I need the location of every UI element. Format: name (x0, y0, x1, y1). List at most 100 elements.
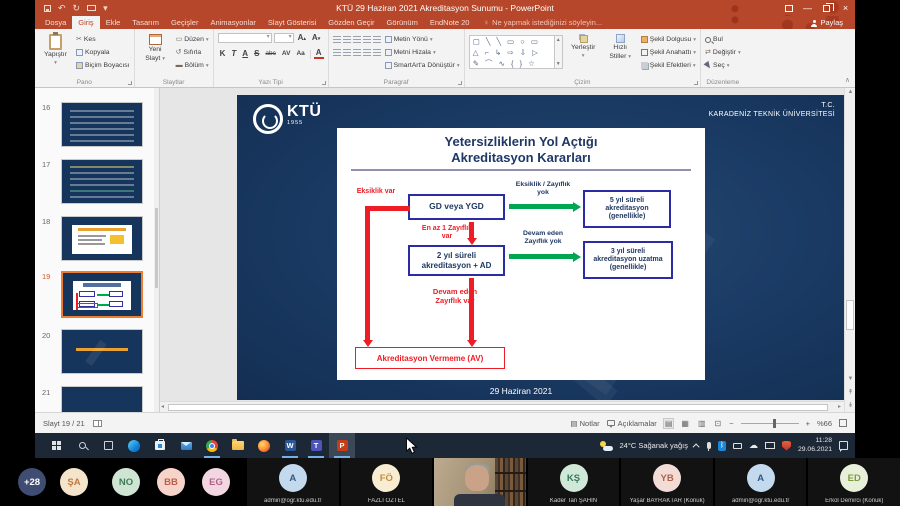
clipboard-dialog-launcher[interactable] (128, 81, 132, 85)
qat-dropdown-icon[interactable]: ▾ (103, 4, 108, 13)
copy-button[interactable]: Kopyala (76, 47, 130, 58)
shapes-row-3[interactable]: ✎ ⌒ ∿ { } ☆ (473, 58, 554, 69)
thumbnail-scrollbar[interactable] (154, 88, 159, 412)
taskbar-teams[interactable]: T (303, 433, 329, 458)
taskbar-firefox[interactable] (251, 433, 277, 458)
bluetooth-icon[interactable]: ᛒ (718, 441, 726, 451)
tab-giris[interactable]: Giriş (72, 16, 99, 29)
shadow-abc-button[interactable]: abc (263, 49, 277, 59)
label-devam-eden-zayiflik-var[interactable]: Devam eden Zayıflık var (415, 288, 495, 305)
microphone-icon[interactable] (707, 442, 711, 449)
redo-icon[interactable]: ↻ (73, 4, 81, 13)
shape-fill-button[interactable]: Şekil Dolgusu▾ (641, 34, 696, 45)
weather-icon[interactable] (600, 441, 613, 451)
taskbar-powerpoint[interactable]: P (329, 433, 355, 458)
line-spacing-icon[interactable] (373, 36, 381, 43)
vertical-scrollbar[interactable]: ▲ ▼ ↟ ↡ (844, 88, 855, 412)
ktu-logo[interactable]: KTÜ 1955 (253, 104, 321, 134)
flow-box-akreditasyon-vermeme[interactable]: Akreditasyon Vermeme (AV) (355, 347, 505, 369)
align-right-icon[interactable] (353, 49, 361, 56)
participant-video-tile[interactable] (432, 458, 526, 506)
drawing-dialog-launcher[interactable] (694, 81, 698, 85)
tab-gorunum[interactable]: Görünüm (381, 16, 424, 29)
tell-me-box[interactable]: ♀ Ne yapmak istediğinizi söyleyin... (475, 16, 602, 29)
new-slide-button[interactable]: Yeni Slayt ▾ (139, 32, 172, 77)
increase-indent-icon[interactable] (363, 36, 371, 43)
comments-toggle[interactable]: Açıklamalar (607, 419, 657, 428)
paste-button[interactable]: Yapıştır ▾ (39, 32, 72, 77)
label-eksiklik-var[interactable]: Eksiklik var (345, 188, 407, 196)
quick-styles-button[interactable]: Hızlı Stiller ▾ (604, 32, 637, 77)
start-slideshow-icon[interactable] (87, 5, 96, 11)
slide-canvas[interactable]: KTÜ 1955 T.C. KARADENİZ TEKNİK ÜNİVERSİT… (237, 95, 845, 400)
character-spacing-button[interactable]: AV (280, 49, 293, 59)
arrange-button[interactable]: Yerleştir ▾ (567, 32, 600, 77)
slide-content-box[interactable]: Yetersizliklerin Yol Açtığı Akreditasyon… (337, 128, 705, 380)
slide-sorter-view-button[interactable]: ▦ (680, 419, 690, 428)
format-painter-button[interactable]: Biçim Boyacısı (76, 60, 130, 71)
layout-button[interactable]: ▭Düzen▾ (176, 34, 209, 45)
horizontal-scrollbar-thumb[interactable] (168, 404, 828, 411)
tab-slayt-gosterisi[interactable]: Slayt Gösterisi (262, 16, 322, 29)
participant-tile[interactable]: A admin@ogr.ktu.edu.tr (245, 458, 339, 506)
participant-tile[interactable]: YB Yaşar BAYRAKTAR (Konuk) (619, 458, 713, 506)
change-case-button[interactable]: Aa (294, 49, 306, 59)
avatar[interactable]: ŞA (60, 468, 88, 496)
display-icon[interactable] (765, 442, 775, 449)
justify-icon[interactable] (363, 49, 371, 56)
overflow-count-badge[interactable]: +28 (18, 468, 46, 496)
share-button[interactable]: Paylaş (811, 16, 855, 29)
weather-text[interactable]: 24°C Sağanak yağış (620, 441, 688, 450)
text-direction-button[interactable]: Metin Yönü▾ (385, 34, 460, 45)
zoom-slider-thumb[interactable] (773, 419, 776, 428)
label-devam-eden-zayiflik-yok[interactable]: Devam eden Zayıflık yok (507, 230, 579, 246)
scroll-right-icon[interactable]: ▸ (838, 403, 841, 410)
find-button[interactable]: Bul (705, 34, 741, 45)
proofing-icon[interactable] (93, 420, 102, 427)
thumbnail-slide-17[interactable] (61, 159, 143, 204)
tray-chevron-icon[interactable] (693, 443, 700, 450)
align-center-icon[interactable] (343, 49, 351, 56)
section-button[interactable]: ▬Bölüm▾ (176, 60, 209, 71)
align-text-button[interactable]: Metni Hizala▾ (385, 47, 460, 58)
participant-tile[interactable]: FÖ FAZLI ÖZTEL (339, 458, 433, 506)
label-eksiklik-zayiflik-yok[interactable]: Eksiklik / Zayıflık yok (507, 181, 579, 197)
collapse-ribbon-button[interactable]: ∧ (845, 76, 850, 84)
scroll-down-icon[interactable]: ▼ (845, 376, 856, 382)
scroll-left-icon[interactable]: ◂ (161, 403, 164, 410)
select-button[interactable]: Seç▾ (705, 60, 741, 71)
tab-gecisler[interactable]: Geçişler (165, 16, 205, 29)
onedrive-cloud-icon[interactable]: ☁ (749, 441, 758, 450)
decrease-indent-icon[interactable] (353, 36, 361, 43)
notes-toggle[interactable]: ▤ Notlar (570, 419, 599, 428)
zoom-out-button[interactable]: − (729, 419, 733, 428)
cut-button[interactable]: ✂Kes (76, 34, 130, 45)
tab-dosya[interactable]: Dosya (39, 16, 72, 29)
paragraph-dialog-launcher[interactable] (458, 81, 462, 85)
flow-box-3yil[interactable]: 3 yıl süreli akreditasyon uzatma (genell… (583, 241, 673, 279)
avatar[interactable]: EG (202, 468, 230, 496)
slide-date-footer[interactable]: 29 Haziran 2021 (337, 386, 705, 396)
shape-effects-button[interactable]: Şekil Efektleri▾ (641, 60, 696, 71)
restore-button[interactable] (817, 0, 836, 16)
flow-box-5yil[interactable]: 5 yıl süreli akreditasyon (genellikle) (583, 190, 671, 228)
font-dialog-launcher[interactable] (322, 81, 326, 85)
vertical-scrollbar-thumb[interactable] (846, 300, 854, 330)
replace-button[interactable]: ⇄Değiştir▾ (705, 47, 741, 58)
scroll-up-icon[interactable]: ▲ (845, 89, 856, 95)
university-header[interactable]: T.C. KARADENİZ TEKNİK ÜNİVERSİTESİ (709, 101, 835, 119)
flow-box-2yil-ad[interactable]: 2 yıl süreli akreditasyon + AD (408, 245, 505, 276)
bullet-list-icon[interactable] (333, 36, 341, 43)
thumbnail-slide-20[interactable] (61, 329, 143, 374)
zoom-level[interactable]: %66 (817, 419, 832, 428)
taskbar-file-explorer[interactable] (225, 433, 251, 458)
slide-title[interactable]: Yetersizliklerin Yol Açtığı Akreditasyon… (337, 128, 705, 165)
tab-animasyonlar[interactable]: Animasyonlar (204, 16, 261, 29)
taskbar-clock[interactable]: 11:28 29.06.2021 (798, 437, 832, 454)
shapes-row-2[interactable]: △ ⌐ ↳ ⇨ ⇩ ▷ (473, 47, 554, 58)
numbered-list-icon[interactable] (343, 36, 351, 43)
taskbar-edge[interactable] (121, 433, 147, 458)
zoom-slider[interactable] (741, 423, 799, 424)
participant-tile[interactable]: A admin@ogr.ktu.edu.tr (713, 458, 807, 506)
security-shield-icon[interactable] (782, 441, 791, 451)
